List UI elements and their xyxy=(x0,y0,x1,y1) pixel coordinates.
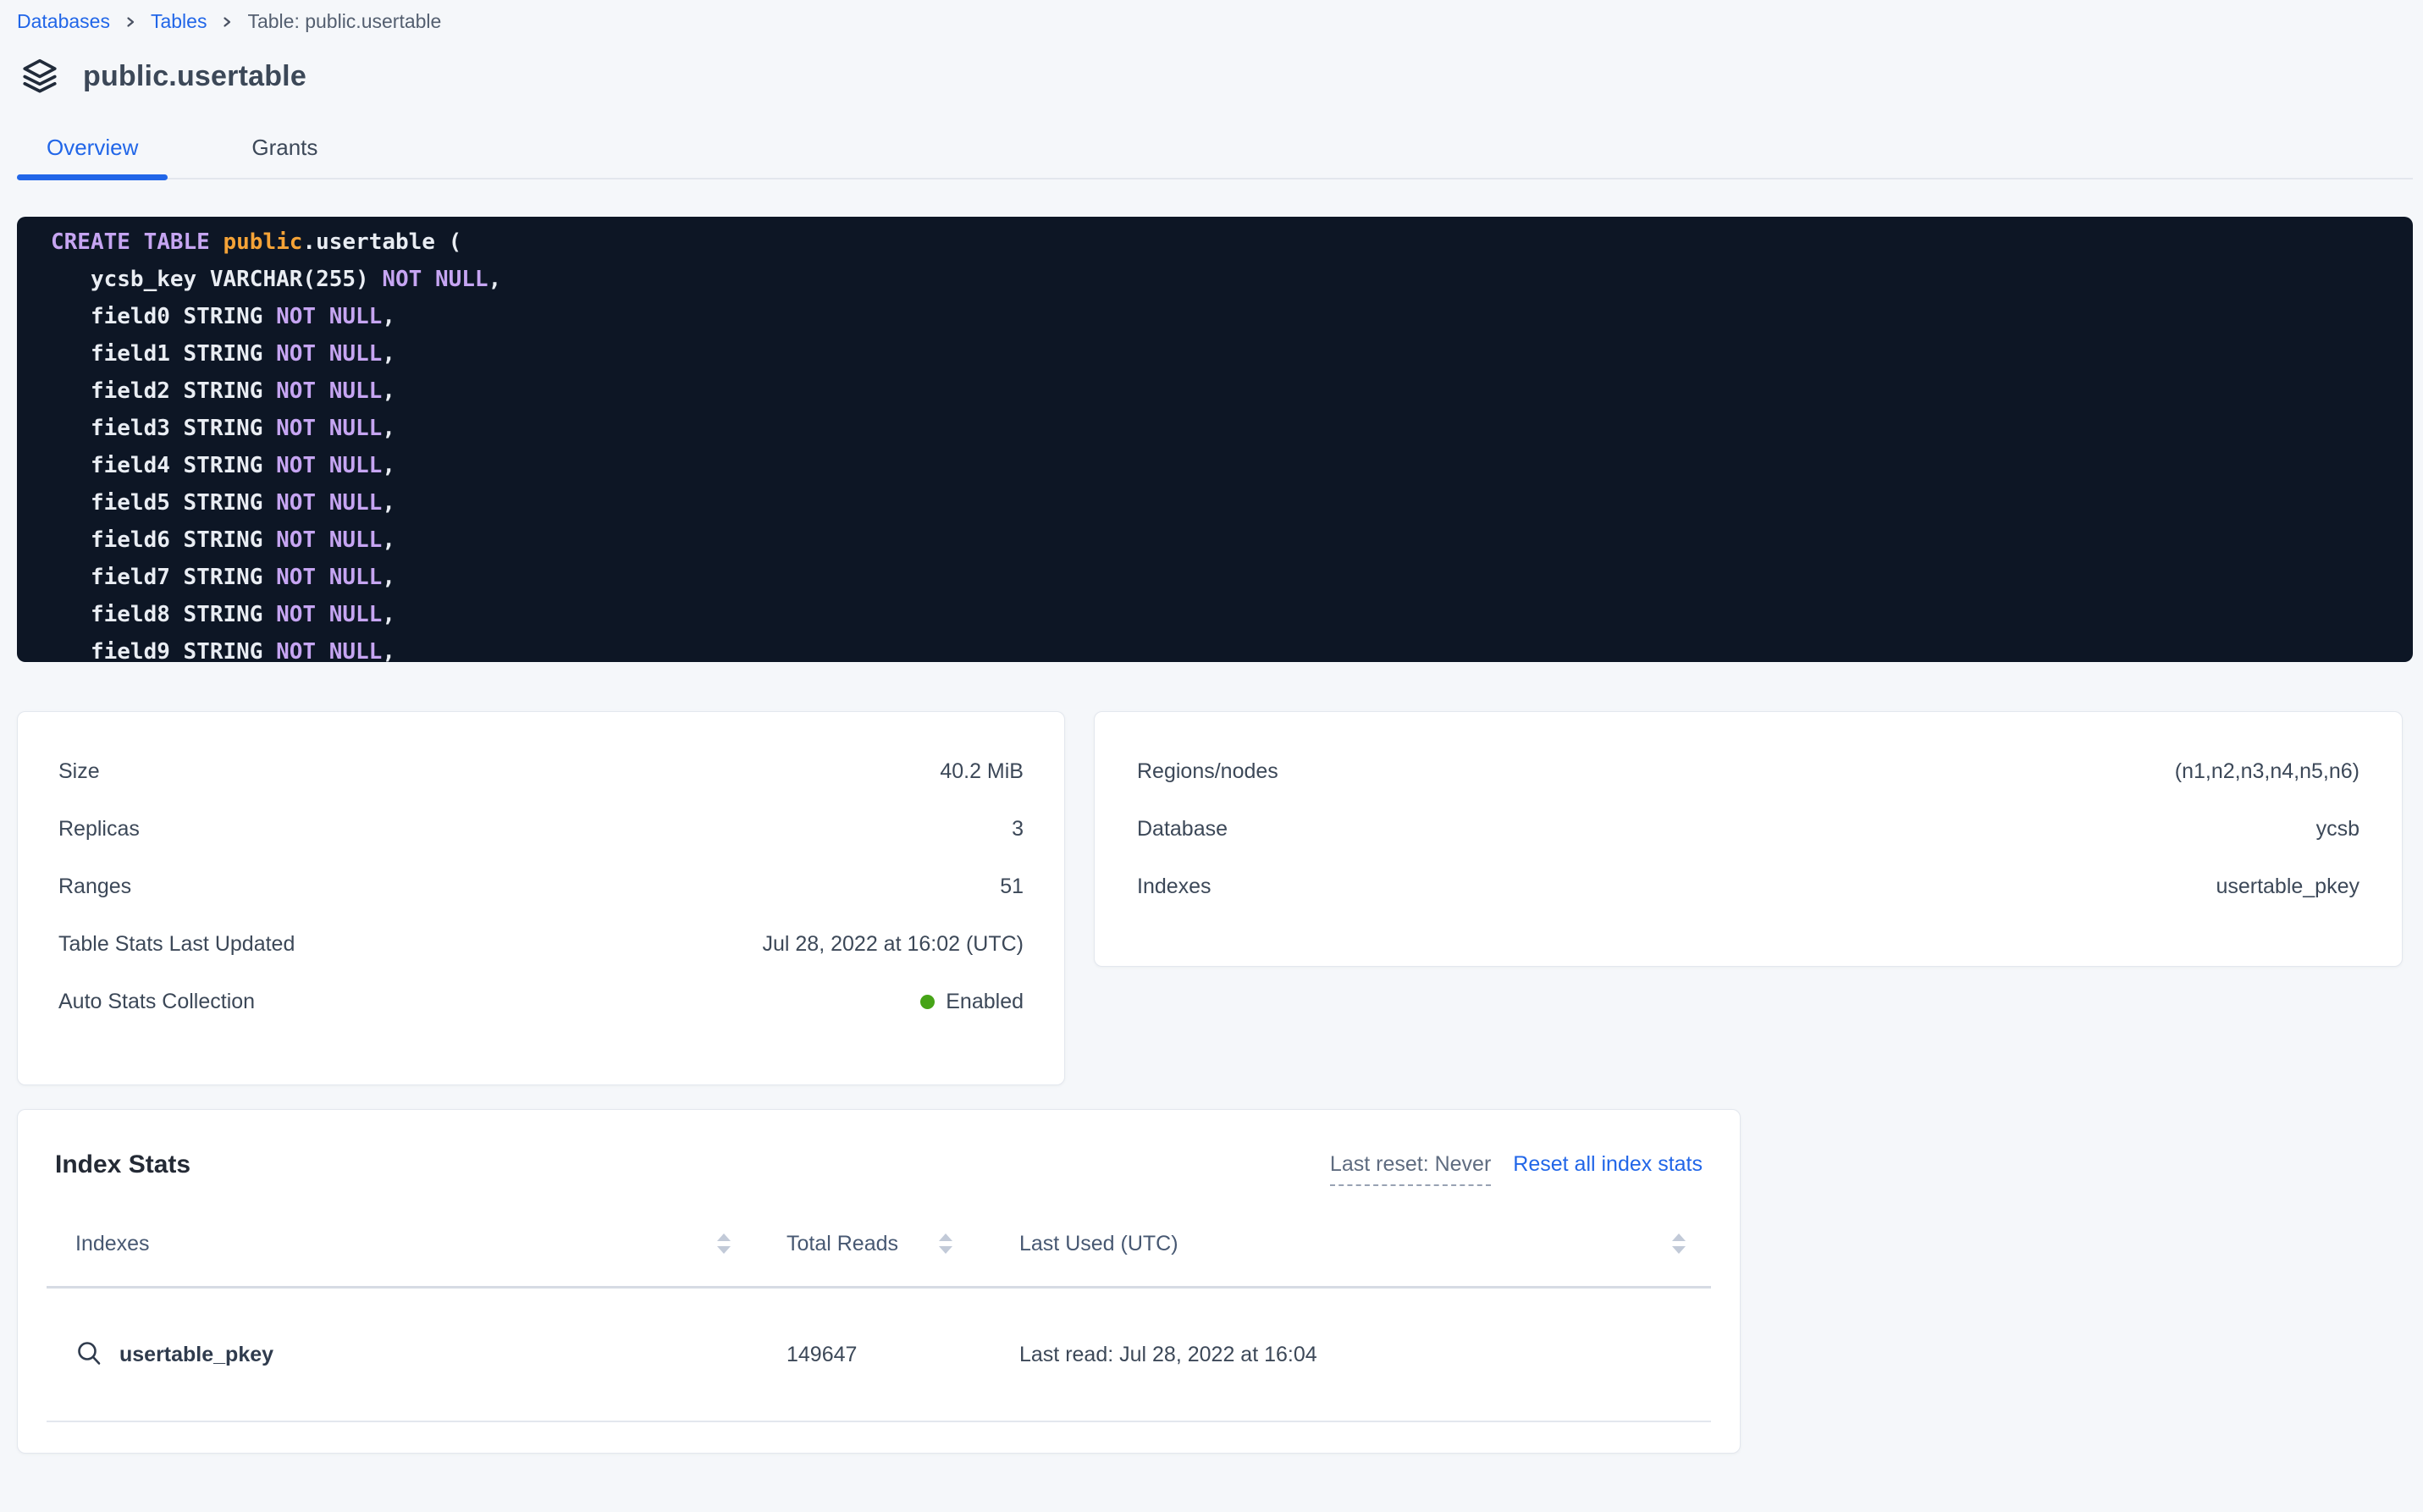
stat-value: Enabled xyxy=(920,990,1024,1014)
index-total-reads: 149647 xyxy=(753,1343,1007,1367)
stat-label: Auto Stats Collection xyxy=(58,990,255,1014)
chevron-right-icon xyxy=(124,15,137,29)
sql-line: field7 STRING NOT NULL, xyxy=(51,559,2379,596)
stat-row-table-stats-last-updated: Table Stats Last Updated Jul 28, 2022 at … xyxy=(58,915,1024,973)
table-details-page: Databases Tables Table: public.usertable… xyxy=(0,0,2413,1454)
stat-label: Ranges xyxy=(58,875,131,899)
stat-label: Indexes xyxy=(1137,875,1212,899)
stat-value: Jul 28, 2022 at 16:02 (UTC) xyxy=(763,932,1024,957)
stat-label: Table Stats Last Updated xyxy=(58,932,295,957)
stat-value: 40.2 MiB xyxy=(940,759,1024,784)
stat-row-auto-stats-collection: Auto Stats Collection Enabled xyxy=(58,973,1024,1030)
sql-line: field0 STRING NOT NULL, xyxy=(51,298,2379,335)
stat-row-replicas: Replicas 3 xyxy=(58,800,1024,858)
sql-line: field5 STRING NOT NULL, xyxy=(51,484,2379,521)
stat-value: usertable_pkey xyxy=(2216,875,2360,899)
table-layers-icon xyxy=(19,55,61,97)
index-table-row[interactable]: usertable_pkey 149647Last read: Jul 28, 2… xyxy=(55,1289,1703,1421)
overview-cards: Size 40.2 MiB Replicas 3 Ranges 51 Table Stats… xyxy=(17,711,2403,1085)
page-header: public.usertable xyxy=(17,55,2403,97)
stat-row-regions-nodes: Regions/nodes (n1,n2,n3,n4,n5,n6) xyxy=(1137,742,2360,800)
sort-icon[interactable] xyxy=(717,1233,731,1254)
last-reset-label: Last reset: Never xyxy=(1330,1152,1491,1186)
tab-overview[interactable]: Overview xyxy=(17,123,168,178)
index-stats-title: Index Stats xyxy=(55,1151,190,1179)
tab-bar: Overview Grants xyxy=(17,123,2413,179)
sort-icon[interactable] xyxy=(1672,1233,1686,1254)
sql-line: field1 STRING NOT NULL, xyxy=(51,335,2379,372)
stat-label: Regions/nodes xyxy=(1137,759,1278,784)
create-table-sql-box[interactable]: CREATE TABLE public.usertable ( ycsb_key… xyxy=(17,217,2413,662)
page-title: public.usertable xyxy=(83,60,306,93)
status-enabled-dot-icon xyxy=(920,995,935,1009)
sql-line: field6 STRING NOT NULL, xyxy=(51,521,2379,559)
sql-line: CREATE TABLE public.usertable ( xyxy=(51,223,2379,261)
stat-value: 51 xyxy=(1000,875,1024,899)
sql-line: field9 STRING NOT NULL, xyxy=(51,633,2379,662)
sql-line: field3 STRING NOT NULL, xyxy=(51,410,2379,447)
breadcrumb-current-table: Table: public.usertable xyxy=(247,10,441,33)
stat-row-size: Size 40.2 MiB xyxy=(58,742,1024,800)
index-name: usertable_pkey xyxy=(119,1343,273,1367)
table-info-card: Regions/nodes (n1,n2,n3,n4,n5,n6) Database… xyxy=(1094,711,2403,967)
stat-row-database: Database ycsb xyxy=(1137,800,2360,858)
index-last-used: Last read: Jul 28, 2022 at 16:04 xyxy=(1007,1343,1703,1367)
breadcrumb-databases[interactable]: Databases xyxy=(17,10,110,33)
index-table-body: usertable_pkey 149647Last read: Jul 28, 2… xyxy=(55,1289,1703,1422)
chevron-right-icon xyxy=(220,15,234,29)
stat-value: (n1,n2,n3,n4,n5,n6) xyxy=(2175,759,2360,784)
column-header-total-reads: Total Reads xyxy=(787,1232,898,1256)
breadcrumb-tables[interactable]: Tables xyxy=(151,10,207,33)
sql-line: field4 STRING NOT NULL, xyxy=(51,447,2379,484)
table-stats-card: Size 40.2 MiB Replicas 3 Ranges 51 Table Stats… xyxy=(17,711,1065,1085)
index-stats-card: Index Stats Last reset: Never Reset all … xyxy=(17,1109,1741,1454)
index-table-header: Indexes Total Reads Last Used (UTC) xyxy=(55,1220,1703,1267)
magnifier-icon xyxy=(75,1340,104,1369)
reset-all-index-stats-link[interactable]: Reset all index stats xyxy=(1513,1152,1703,1177)
stat-row-indexes: Indexes usertable_pkey xyxy=(1137,858,2360,915)
sql-line: field2 STRING NOT NULL, xyxy=(51,372,2379,410)
sql-line: ycsb_key VARCHAR(255) NOT NULL, xyxy=(51,261,2379,298)
sql-line: field8 STRING NOT NULL, xyxy=(51,596,2379,633)
stat-value: ycsb xyxy=(2316,817,2360,842)
stat-value: 3 xyxy=(1012,817,1024,842)
column-header-indexes: Indexes xyxy=(75,1232,150,1256)
column-header-last-used: Last Used (UTC) xyxy=(1019,1232,1178,1256)
stat-label: Replicas xyxy=(58,817,140,842)
stat-label: Size xyxy=(58,759,100,784)
sort-icon[interactable] xyxy=(939,1233,952,1254)
row-divider xyxy=(47,1421,1711,1422)
stat-label: Database xyxy=(1137,817,1228,842)
tab-grants[interactable]: Grants xyxy=(222,123,347,178)
stat-row-ranges: Ranges 51 xyxy=(58,858,1024,915)
breadcrumb: Databases Tables Table: public.usertable xyxy=(17,10,2403,33)
